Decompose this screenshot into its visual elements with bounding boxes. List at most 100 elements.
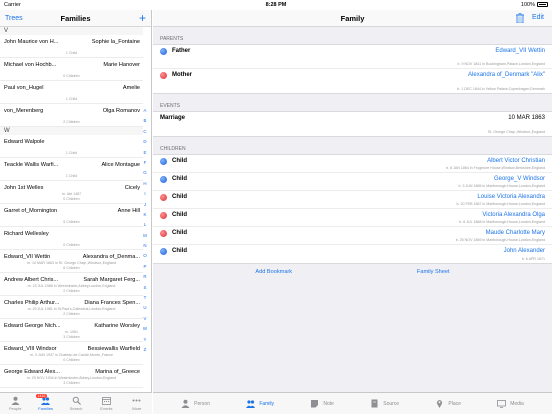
tab-person[interactable]: Person	[181, 399, 210, 408]
family-row[interactable]: Edward Walpole 1 Child	[0, 135, 143, 158]
child-row[interactable]: Child Albert Victor Christian b. 8 JAN 186…	[153, 155, 552, 173]
index-letter[interactable]: E	[144, 148, 147, 158]
wife-name: Anne Hill	[117, 208, 140, 214]
child-birth: b. 6 JUL 1868 in Marlborough,House,Londo…	[459, 220, 545, 224]
family-row[interactable]: von_Merenberg Olga Romanov 2 Children	[0, 104, 143, 127]
edit-button[interactable]: Edit	[532, 14, 544, 21]
parent-row[interactable]: Father Edward_VII Wettin b. 9 NOV 1841 in …	[153, 45, 552, 69]
index-letter[interactable]: T	[144, 293, 147, 303]
tab-label: Search	[69, 406, 83, 411]
family-row[interactable]: Edward_VIII Windsor Bessiewallis Warfield…	[0, 342, 143, 365]
female-icon	[160, 72, 167, 79]
tab-family[interactable]: Family	[246, 399, 274, 408]
index-letter[interactable]: C	[143, 127, 146, 137]
index-letter[interactable]: M	[143, 231, 147, 241]
children-count: 2 Children	[63, 120, 80, 124]
index-letter[interactable]: U	[143, 303, 146, 313]
index-letter[interactable]: B	[144, 116, 147, 126]
children-count: 0 Children	[63, 197, 80, 201]
tab-people[interactable]: People	[0, 393, 30, 414]
tab-label: Families	[38, 406, 54, 411]
wife-name: Sarah Margaret Ferg...	[83, 277, 140, 283]
family-row[interactable]: John Maurice von H... Sophie la_Fontaine 1…	[0, 35, 143, 58]
family-row[interactable]: Paul von_Hugel Amelie 1 Child	[0, 81, 143, 104]
tab-place[interactable]: Place	[435, 399, 461, 408]
tab-more[interactable]: More	[122, 393, 152, 414]
index-letter[interactable]: N	[143, 241, 146, 251]
family-row[interactable]: Andrew Albert Chris... Sarah Margaret Fer…	[0, 273, 143, 296]
family-row[interactable]: Edward George Nich... Katharine Worsley m.…	[0, 319, 143, 342]
index-letter[interactable]: W	[143, 324, 147, 334]
index-letter[interactable]: H	[143, 179, 146, 189]
parent-name: Alexandra of_Denmark "Alix"	[468, 72, 545, 78]
parent-role: Father	[172, 48, 191, 54]
tab-media[interactable]: Media	[497, 399, 524, 408]
action-links: Add Bookmark Family Sheet	[153, 264, 552, 280]
index-letter[interactable]: Z	[144, 345, 147, 355]
section-header-w: W	[0, 127, 143, 135]
tab-label: Person	[194, 400, 210, 407]
person-icon	[181, 399, 190, 408]
tab-note[interactable]: Note	[310, 399, 334, 408]
marriage-info: m. 29 JUL 1981 in St.Paul's,Cathedral,Lo…	[27, 307, 116, 311]
family-detail-panel: Family Edit PARENTS Father Edward_VII Wet…	[153, 10, 552, 392]
male-icon	[160, 48, 167, 55]
trees-back-button[interactable]: Trees	[5, 15, 23, 22]
child-row[interactable]: Child John Alexander b. 6 APR 1871	[153, 245, 552, 263]
family-row[interactable]: George Edward Alex... Marina of_Greece m. …	[0, 365, 143, 388]
parent-birth: b. 1 DEC 1844 in Yellow Palace,Copenhage…	[457, 87, 545, 91]
family-sheet-link[interactable]: Family Sheet	[417, 269, 450, 275]
tab-label: People	[8, 406, 22, 411]
note-icon	[310, 399, 319, 408]
wife-name: Marina of_Greece	[95, 369, 140, 375]
family-row[interactable]: Michael von Hochb... Marie Hanover 0 Child…	[0, 58, 143, 81]
event-date: 10 MAR 1863	[508, 115, 545, 121]
index-letter[interactable]: L	[144, 220, 146, 230]
parent-row[interactable]: Mother Alexandra of_Denmark "Alix" b. 1 DE…	[153, 69, 552, 93]
add-family-button[interactable]: +	[139, 12, 146, 24]
trash-icon[interactable]	[516, 13, 524, 23]
index-letter[interactable]: D	[143, 137, 146, 147]
index-letter[interactable]: V	[144, 314, 147, 324]
index-letter[interactable]: G	[143, 168, 146, 178]
child-row[interactable]: Child Louise Victoria Alexandra b. 20 FEB …	[153, 191, 552, 209]
index-letter[interactable]: O	[143, 251, 146, 261]
family-row[interactable]: Richard Wellesley 0 Children	[0, 227, 143, 250]
tab-events[interactable]: Events	[91, 393, 121, 414]
calendar-icon	[102, 396, 111, 405]
event-row[interactable]: Marriage 10 MAR 1863 St. George Chap.,Wind…	[153, 112, 552, 136]
tab-families[interactable]: 1432 Families	[30, 393, 60, 414]
index-letter[interactable]: J	[144, 200, 146, 210]
families-list[interactable]: V John Maurice von H... Sophie la_Fontain…	[0, 27, 143, 392]
index-letter[interactable]: I	[144, 189, 145, 199]
index-letter[interactable]: K	[144, 210, 147, 220]
index-letter[interactable]: Y	[144, 335, 147, 345]
family-row[interactable]: Garret of_Mornington Anne Hill 5 Children	[0, 204, 143, 227]
child-role: Child	[172, 158, 187, 164]
children-count: 3 Children	[63, 335, 80, 339]
child-name: John Alexander	[503, 248, 545, 254]
index-letter[interactable]: R	[143, 272, 146, 282]
children-header: CHILDREN	[160, 146, 186, 152]
index-letter[interactable]: P	[144, 262, 147, 272]
family-icon	[246, 399, 256, 408]
index-letter[interactable]: S	[144, 283, 147, 293]
child-row[interactable]: Child Victoria Alexandra Olga b. 6 JUL 186…	[153, 209, 552, 227]
child-role: Child	[172, 176, 187, 182]
child-row[interactable]: Child George_V Windsor b. 3 JUN 1865 in Ma…	[153, 173, 552, 191]
detail-tab-bar: Person Family Note Source Place Media	[153, 392, 552, 414]
marriage-info: m. 3 JUN 1937 in Chateau de Cande,Monts,…	[30, 353, 113, 357]
family-row[interactable]: John 1st Welles Cicely m. Abt 1487 0 Childr…	[0, 181, 143, 204]
section-index[interactable]: ABCDEFGHIJKLMNOPRSTUVWYZ	[141, 106, 149, 355]
family-row[interactable]: Charles Philip Arthur... Diana Frances Sp…	[0, 296, 143, 319]
wife-name: Cicely	[124, 185, 140, 191]
index-letter[interactable]: F	[144, 158, 147, 168]
child-row[interactable]: Child Maude Charlotte Mary b. 26 NOV 1869 …	[153, 227, 552, 245]
add-bookmark-link[interactable]: Add Bookmark	[255, 269, 292, 275]
tab-label: Events	[100, 406, 113, 411]
tab-search[interactable]: Search	[61, 393, 91, 414]
index-letter[interactable]: A	[144, 106, 147, 116]
family-row[interactable]: Teackle Wallis Warfi... Alice Montague 1 C…	[0, 158, 143, 181]
tab-source[interactable]: Source	[370, 399, 399, 408]
family-row[interactable]: Edward_VII Wettin Alexandra of_Denma... m.…	[0, 250, 143, 273]
